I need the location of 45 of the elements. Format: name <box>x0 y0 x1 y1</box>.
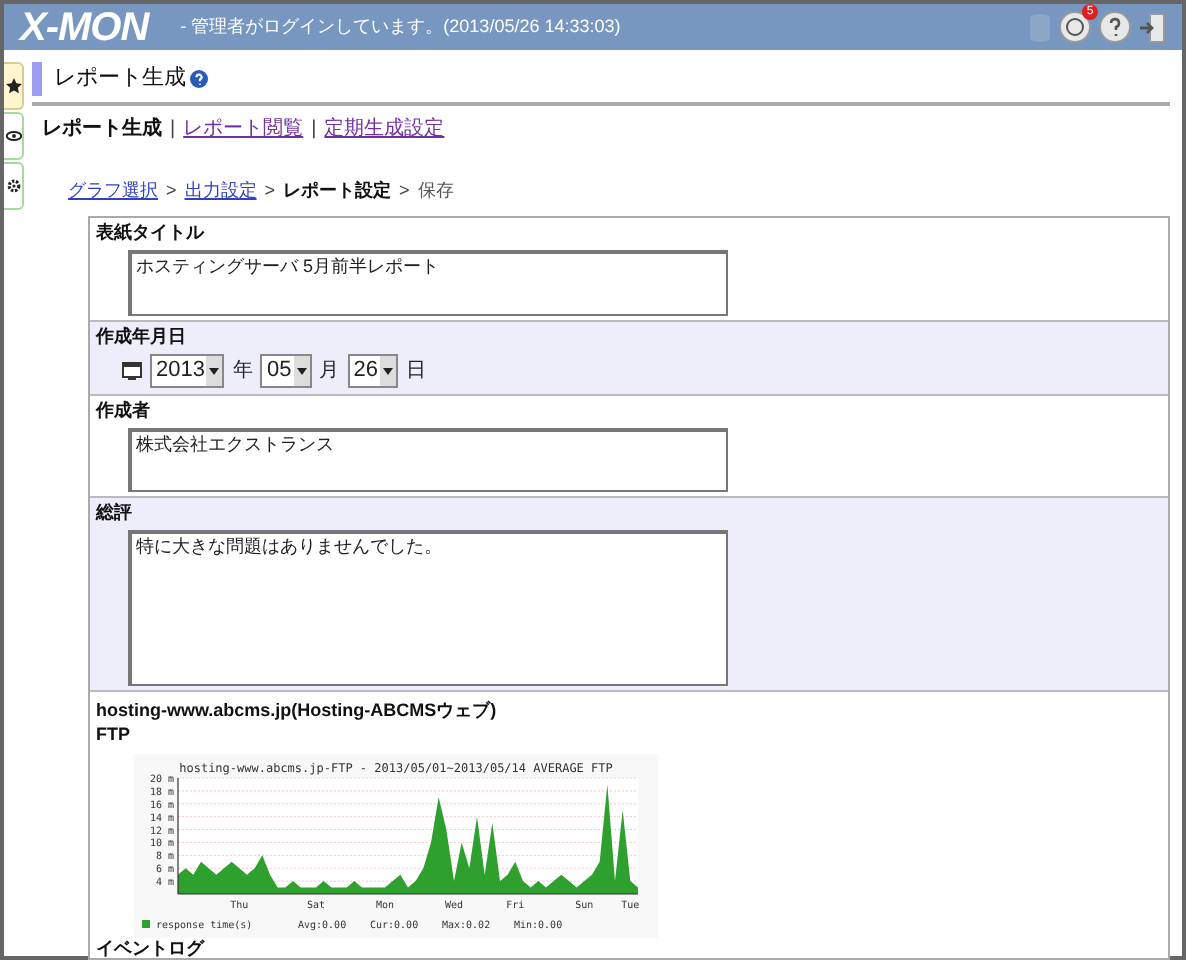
breadcrumb-separator: > <box>399 178 410 204</box>
star-icon <box>5 78 21 94</box>
side-tab[interactable] <box>4 112 24 160</box>
help-icon[interactable] <box>190 70 208 88</box>
breadcrumb-item: 保存 <box>417 178 454 204</box>
side-tab[interactable] <box>4 62 24 110</box>
author-field[interactable]: 株式会社エクストランス <box>128 427 728 491</box>
help-icon[interactable] <box>1098 10 1132 44</box>
calendar-icon[interactable] <box>122 361 142 379</box>
subnav-link[interactable]: レポート生成 <box>42 114 162 144</box>
day-select[interactable]: 26 <box>347 353 398 387</box>
breadcrumb-separator: > <box>264 178 276 204</box>
subnav-link[interactable]: 定期生成設定 <box>324 114 445 144</box>
caret-icon <box>206 355 223 385</box>
field-label: 表紙タイトル <box>96 221 207 243</box>
breadcrumb-link[interactable]: グラフ選択 <box>68 178 158 205</box>
breadcrumb-link[interactable]: 出力設定 <box>184 178 257 205</box>
host-title: hosting-www.abcms.jp(Hosting-ABCMSウェブ) <box>96 697 499 721</box>
separator: | <box>311 116 317 144</box>
page-title: レポート生成 <box>54 64 186 95</box>
summary-field[interactable]: 特に大きな問題はありませんでした。 <box>128 529 728 685</box>
field-label: 作成年月日 <box>96 325 188 347</box>
caret-icon <box>293 355 310 385</box>
legend-swatch <box>142 919 150 927</box>
side-tab[interactable] <box>4 162 24 210</box>
month-unit: 月 <box>319 357 340 385</box>
logout-icon[interactable] <box>1138 11 1166 43</box>
section-heading: イベントログ <box>96 937 207 957</box>
caret-icon <box>379 355 396 385</box>
day-unit: 日 <box>405 357 426 385</box>
title-accent <box>32 62 42 96</box>
separator: | <box>170 116 176 144</box>
eye-icon <box>5 130 21 142</box>
breadcrumb-item: レポート設定 <box>283 178 392 204</box>
cover-title-field[interactable]: ホスティングサーバ 5月前半レポート <box>128 249 728 315</box>
login-message: - 管理者がログインしています。(2013/05/26 14:33:03) <box>180 13 621 40</box>
year-unit: 年 <box>232 357 253 385</box>
gear-icon <box>5 178 21 194</box>
field-label: 作成者 <box>96 399 152 421</box>
service-name: FTP <box>96 721 132 745</box>
breadcrumb-separator: > <box>166 178 177 204</box>
subnav-link[interactable]: レポート閲覧 <box>183 114 304 144</box>
month-select[interactable]: 05 <box>260 353 312 387</box>
year-select[interactable]: 2013 <box>150 353 225 387</box>
field-label: 総評 <box>96 501 134 523</box>
